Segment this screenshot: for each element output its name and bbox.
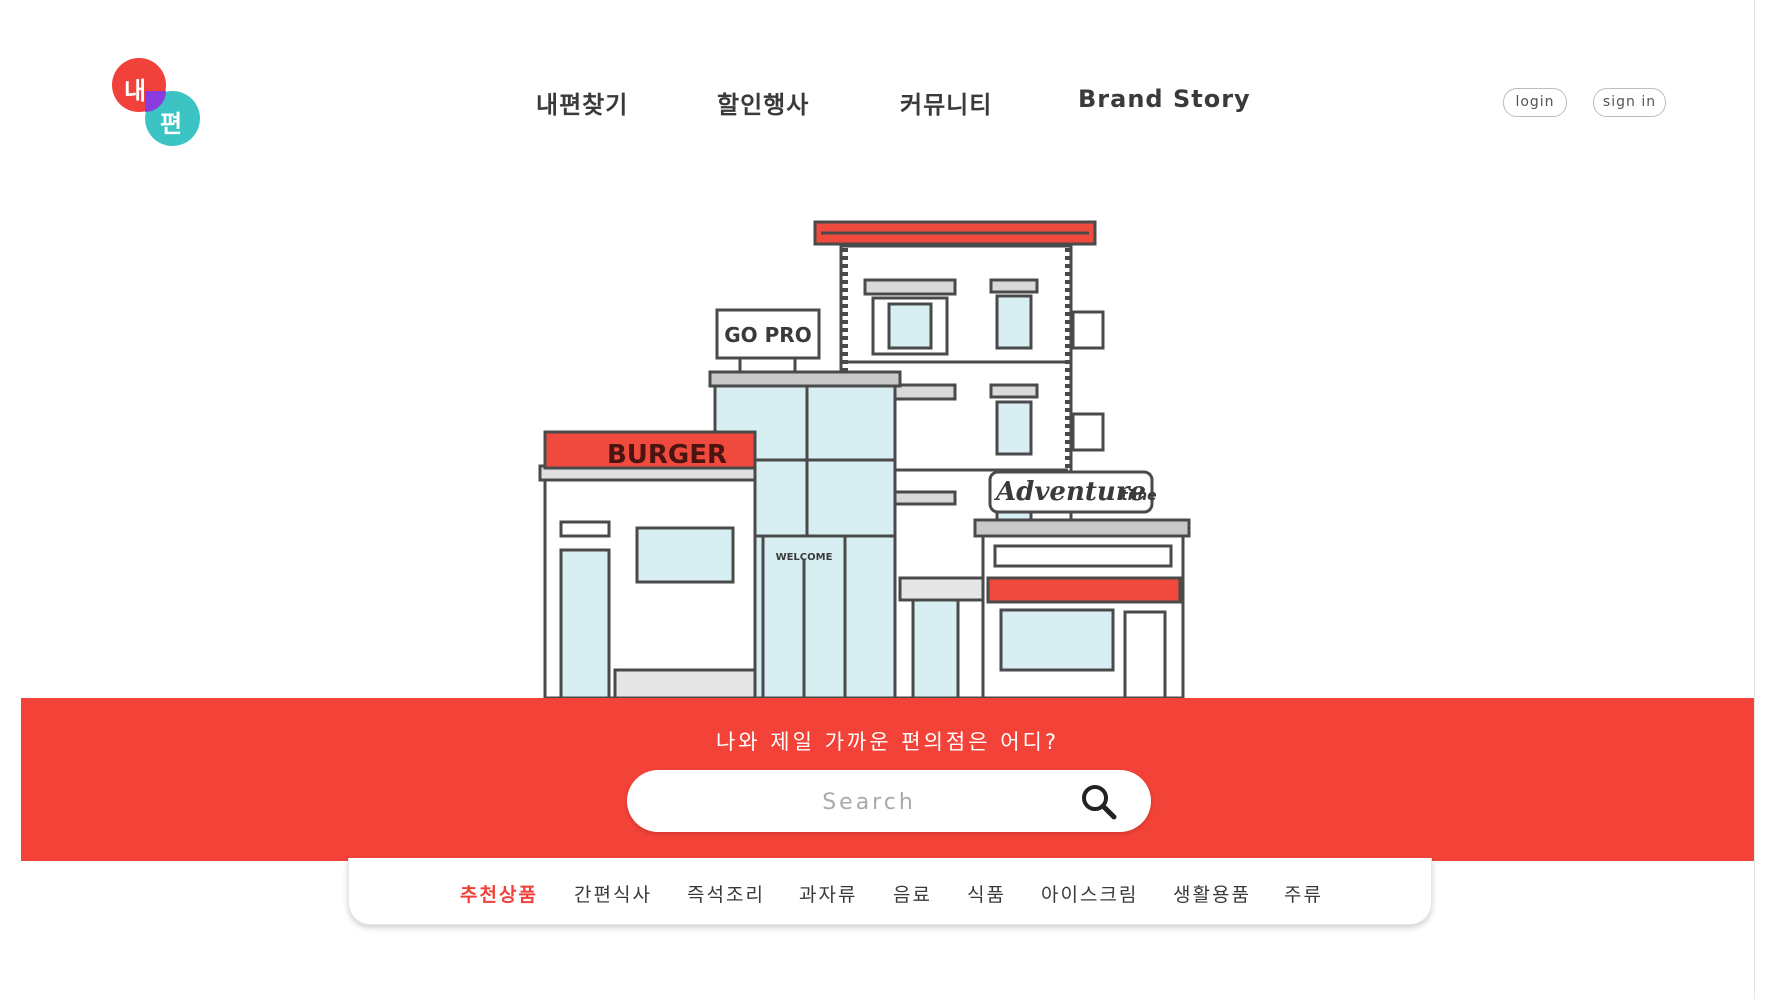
nav-item-find[interactable]: 내편찾기 [536, 85, 628, 120]
burger-sign: BURGER [607, 440, 727, 470]
login-button[interactable]: login [1503, 88, 1567, 117]
search-box [627, 770, 1151, 832]
category-household[interactable]: 생활용품 [1173, 880, 1251, 907]
category-snacks[interactable]: 과자류 [799, 880, 857, 907]
welcome-sign: WELCOME [776, 552, 833, 563]
signin-button[interactable]: sign in [1593, 88, 1666, 117]
category-instant-cook[interactable]: 즉석조리 [687, 880, 765, 907]
gopro-sign: GO PRO [724, 323, 811, 347]
adventure-sign: Adventure [993, 477, 1146, 507]
hero-title: 나와 제일 가까운 편의점은 어디? [715, 730, 1059, 754]
nav-item-brand-story[interactable]: Brand Story [1078, 85, 1251, 113]
category-food[interactable]: 식품 [967, 880, 1006, 907]
category-alcohol[interactable]: 주류 [1284, 880, 1323, 907]
category-ice-cream[interactable]: 아이스크림 [1041, 880, 1138, 907]
nav-item-community[interactable]: 커뮤니티 [900, 85, 992, 120]
category-quick-meal[interactable]: 간편식사 [574, 880, 652, 907]
category-recommended[interactable]: 추천상품 [460, 880, 538, 907]
street-illustration: BURGER GO PRO time Adventure WELCOME [538, 220, 1191, 698]
category-drinks[interactable]: 음료 [893, 880, 932, 907]
page-edge [1754, 0, 1755, 999]
search-input[interactable] [687, 780, 1051, 824]
search-icon[interactable] [1079, 782, 1119, 822]
hero-band: 나와 제일 가까운 편의점은 어디? [21, 698, 1754, 861]
category-bar: 추천상품 간편식사 즉석조리 과자류 음료 식품 아이스크림 생활용품 주류 [348, 858, 1432, 925]
nav-item-sale[interactable]: 할인행사 [717, 85, 809, 120]
